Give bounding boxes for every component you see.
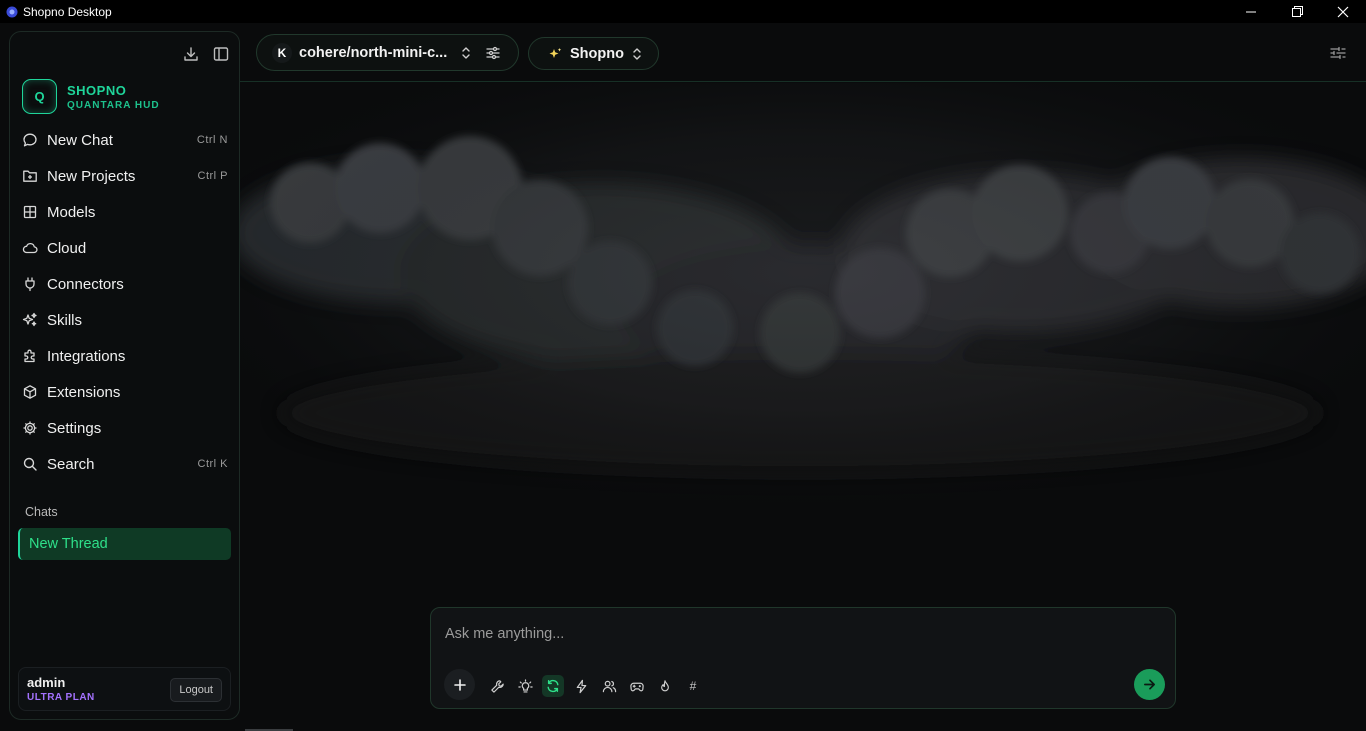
gamepad-icon xyxy=(630,682,644,691)
composer-toolbar: # xyxy=(489,675,701,697)
settings-sliders-icon[interactable] xyxy=(1330,45,1346,61)
sidebar-item-label: New Projects xyxy=(47,167,136,185)
sidebar-item-settings[interactable]: Settings xyxy=(18,410,232,446)
brand: Q SHOPNO QUANTARA HUD xyxy=(22,79,160,114)
sparkle-icon xyxy=(549,47,562,58)
sidebar-item-new-projects[interactable]: New Projects Ctrl P xyxy=(18,158,232,194)
sidebar-item-search[interactable]: Search Ctrl K xyxy=(18,446,232,482)
sidebar-item-label: Integrations xyxy=(47,347,126,365)
message-input[interactable] xyxy=(445,620,1145,648)
plus-icon xyxy=(453,678,466,691)
tag-tool-button[interactable]: # xyxy=(685,678,701,694)
minimize-button[interactable] xyxy=(1228,0,1274,23)
sidebar-item-label: New Chat xyxy=(47,131,113,149)
refresh-icon xyxy=(547,679,559,693)
close-icon xyxy=(1337,6,1349,17)
plug-icon xyxy=(25,277,35,292)
restore-icon xyxy=(1291,6,1303,17)
sparkles-icon xyxy=(22,312,37,327)
minimize-icon xyxy=(1246,11,1256,12)
model-badge: K xyxy=(272,42,292,63)
send-button[interactable] xyxy=(1134,669,1165,700)
sidebar-toggle-icon[interactable] xyxy=(213,46,229,62)
arrow-right-icon xyxy=(1144,679,1155,690)
idea-tool-button[interactable] xyxy=(517,678,533,694)
sidebar-item-label: Extensions xyxy=(47,383,121,401)
sidebar-nav: New Chat Ctrl N New Projects Ctrl P Mode… xyxy=(18,122,232,482)
sidebar-item-integrations[interactable]: Integrations xyxy=(18,338,232,374)
fast-mode-button[interactable] xyxy=(573,678,589,694)
sidebar-item-label: Settings xyxy=(47,419,102,437)
thread-item-active[interactable]: New Thread xyxy=(18,528,231,560)
sidebar-item-label: Skills xyxy=(47,311,83,329)
persona-selector[interactable]: Shopno xyxy=(528,37,659,70)
sidebar-item-label: Connectors xyxy=(47,275,124,293)
brand-subtitle: QUANTARA HUD xyxy=(67,99,160,111)
persona-name: Shopno xyxy=(570,45,624,62)
lightbulb-icon xyxy=(517,678,533,693)
wrench-tool-button[interactable] xyxy=(489,678,505,694)
sidebar-item-label: Cloud xyxy=(47,239,87,257)
shortcut-label: Ctrl P xyxy=(197,170,228,182)
users-icon xyxy=(602,680,616,692)
restore-button[interactable] xyxy=(1274,0,1320,23)
sidebar-item-label: Search xyxy=(47,455,95,473)
cloud-icon xyxy=(22,243,38,254)
message-composer: # xyxy=(430,607,1176,709)
game-tool-button[interactable] xyxy=(629,678,645,694)
refresh-tool-button[interactable] xyxy=(542,675,564,697)
search-icon xyxy=(23,457,37,471)
sidebar-item-label: Models xyxy=(47,203,96,221)
app-icon xyxy=(6,6,18,17)
chat-bubble-icon xyxy=(23,133,37,147)
gear-icon xyxy=(23,421,37,435)
puzzle-icon xyxy=(24,349,35,363)
flame-icon xyxy=(661,679,669,691)
add-attachment-button[interactable] xyxy=(444,669,475,700)
sidebar-item-extensions[interactable]: Extensions xyxy=(18,374,232,410)
window-title: Shopno Desktop xyxy=(23,4,112,19)
logout-button[interactable]: Logout xyxy=(170,678,222,702)
top-bar: K cohere/north-mini-c... Shopno xyxy=(240,23,1366,82)
sidebar-item-new-chat[interactable]: New Chat Ctrl N xyxy=(18,122,232,158)
chevron-up-down-icon xyxy=(633,47,641,60)
chats-heading: Chats xyxy=(25,505,58,519)
close-window-button[interactable] xyxy=(1320,0,1366,23)
sidebar-item-cloud[interactable]: Cloud xyxy=(18,230,232,266)
brand-logo: Q xyxy=(22,79,57,114)
user-panel: admin ULTRA PLAN Logout xyxy=(18,667,231,711)
sidebar-item-models[interactable]: Models xyxy=(18,194,232,230)
chevron-up-down-icon xyxy=(462,46,470,59)
wrench-icon xyxy=(490,679,504,693)
grid-icon xyxy=(23,205,37,219)
window-titlebar: Shopno Desktop xyxy=(0,0,1366,23)
sliders-icon[interactable] xyxy=(486,46,500,60)
box-icon xyxy=(23,385,37,399)
download-icon[interactable] xyxy=(183,46,199,62)
sidebar-item-skills[interactable]: Skills xyxy=(18,302,232,338)
sidebar: Q SHOPNO QUANTARA HUD New Chat Ctrl N Ne… xyxy=(9,31,240,720)
folder-plus-icon xyxy=(23,170,37,182)
model-name: cohere/north-mini-c... xyxy=(299,44,448,61)
shortcut-label: Ctrl N xyxy=(196,134,228,146)
lightning-icon xyxy=(576,679,586,693)
main-area: K cohere/north-mini-c... Shopno Ask me a… xyxy=(240,23,1366,731)
user-name: admin xyxy=(27,675,66,690)
agents-tool-button[interactable] xyxy=(601,678,617,694)
brand-name: SHOPNO xyxy=(67,82,127,98)
model-selector[interactable]: K cohere/north-mini-c... xyxy=(256,34,519,71)
storm-clouds-background xyxy=(240,83,1366,503)
plan-badge: ULTRA PLAN xyxy=(27,692,95,703)
sidebar-item-connectors[interactable]: Connectors xyxy=(18,266,232,302)
shortcut-label: Ctrl K xyxy=(197,458,228,470)
trending-tool-button[interactable] xyxy=(657,678,673,694)
